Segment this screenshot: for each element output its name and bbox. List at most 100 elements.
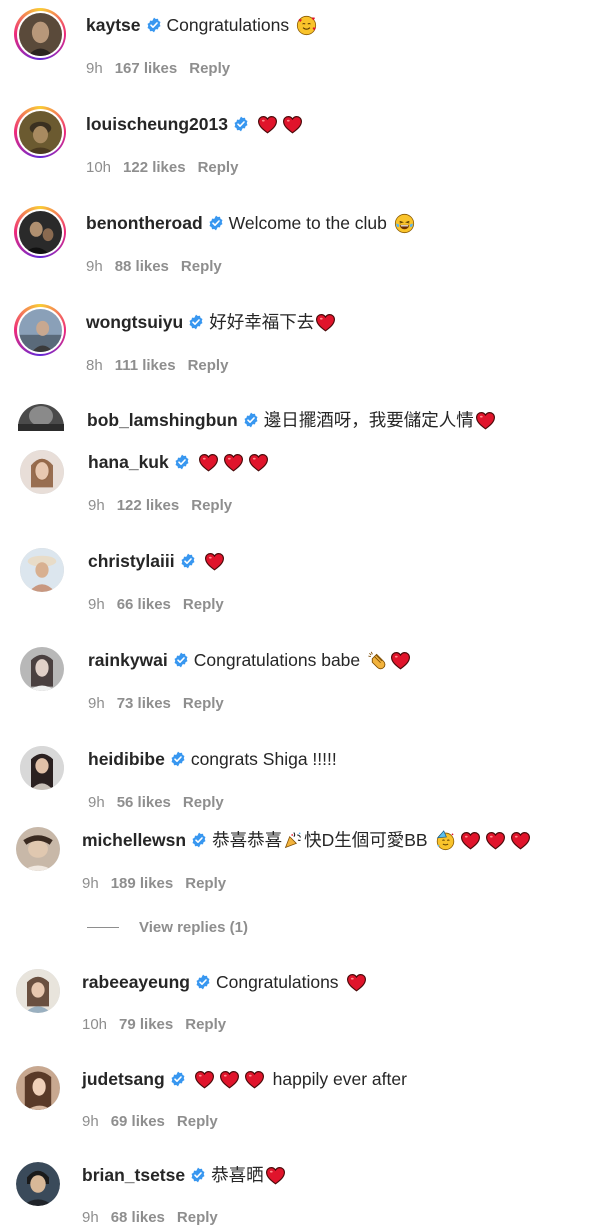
comment-text: 好好幸福下去	[209, 312, 315, 332]
party-face-emoji	[435, 830, 456, 851]
comment-text: congrats Shiga !!!!!	[190, 749, 337, 769]
red-heart-emoji	[510, 830, 531, 851]
comment-username[interactable]: brian_tsetse	[82, 1163, 185, 1187]
avatar[interactable]	[16, 1066, 60, 1110]
verified-badge-icon	[195, 974, 211, 990]
comment-text: Congratulations	[166, 15, 290, 35]
verified-badge-icon	[174, 454, 190, 470]
comment-username[interactable]: wongtsuiyu	[86, 310, 183, 334]
comment-time: 9h	[82, 1209, 99, 1226]
comment-likes[interactable]: 66 likes	[117, 595, 171, 615]
comment-likes[interactable]: 56 likes	[117, 793, 171, 813]
avatar[interactable]	[14, 8, 66, 60]
comment-username[interactable]: benontheroad	[86, 211, 203, 235]
avatar[interactable]	[20, 548, 64, 592]
comment-likes[interactable]: 167 likes	[115, 59, 178, 79]
comment-username[interactable]: louischeung2013	[86, 112, 228, 136]
verified-badge-icon	[233, 116, 249, 132]
reply-button[interactable]: Reply	[191, 496, 232, 516]
view-replies-label: View replies (1)	[139, 919, 248, 936]
avatar[interactable]	[14, 106, 66, 158]
verified-badge-icon	[208, 215, 224, 231]
verified-badge-icon	[173, 652, 189, 668]
red-heart-emoji	[244, 1069, 265, 1090]
verified-badge-icon	[170, 1071, 186, 1087]
red-heart-emoji	[198, 452, 219, 473]
comment-likes[interactable]: 73 likes	[117, 694, 171, 714]
red-heart-emoji	[282, 114, 303, 135]
comment-likes[interactable]: 122 likes	[117, 496, 180, 516]
comment-likes[interactable]: 189 likes	[111, 874, 174, 894]
comment-username[interactable]: rabeeayeung	[82, 970, 190, 994]
reply-button[interactable]: Reply	[183, 793, 224, 813]
red-heart-emoji	[204, 551, 225, 572]
view-replies-divider	[87, 927, 119, 928]
avatar[interactable]	[16, 1162, 60, 1206]
comment-time: 9h	[88, 695, 105, 712]
comment-time: 9h	[82, 1113, 99, 1130]
avatar[interactable]	[20, 647, 64, 691]
tears-of-joy-emoji	[394, 213, 415, 234]
comment-username[interactable]: kaytse	[86, 13, 141, 37]
comment-time: 9h	[88, 497, 105, 514]
comment-username[interactable]: hana_kuk	[88, 450, 169, 474]
reply-button[interactable]: Reply	[185, 1015, 226, 1035]
comment-username[interactable]: heidibibe	[88, 747, 165, 771]
comment-username[interactable]: rainkywai	[88, 648, 168, 672]
comment-time: 8h	[86, 357, 103, 374]
avatar[interactable]	[16, 827, 60, 871]
verified-badge-icon	[188, 314, 204, 330]
reply-button[interactable]: Reply	[185, 874, 226, 894]
comment-likes[interactable]: 111 likes	[115, 356, 176, 376]
red-heart-emoji	[265, 1165, 286, 1186]
avatar[interactable]	[20, 450, 64, 494]
verified-badge-icon	[243, 412, 259, 428]
avatar[interactable]	[18, 404, 64, 431]
clapping-hands-emoji	[367, 650, 388, 671]
red-heart-emoji	[194, 1069, 215, 1090]
comment-time: 9h	[86, 60, 103, 77]
reply-button[interactable]: Reply	[198, 158, 239, 178]
comment-text: happily ever after	[272, 1069, 407, 1089]
red-heart-emoji	[223, 452, 244, 473]
comment-time: 9h	[86, 258, 103, 275]
comment-text-part: 快D生個可愛BB	[304, 830, 428, 850]
comment-time: 10h	[86, 159, 112, 176]
reply-button[interactable]: Reply	[181, 257, 222, 277]
reply-button[interactable]: Reply	[183, 694, 224, 714]
reply-button[interactable]: Reply	[188, 356, 229, 376]
comment-text: 恭喜晒	[211, 1165, 264, 1185]
red-heart-emoji	[257, 114, 278, 135]
comment-likes[interactable]: 88 likes	[115, 257, 169, 277]
avatar[interactable]	[20, 746, 64, 790]
party-popper-emoji	[283, 830, 303, 850]
red-heart-emoji	[460, 830, 481, 851]
view-replies-button[interactable]: View replies (1)	[87, 919, 248, 936]
reply-button[interactable]: Reply	[183, 595, 224, 615]
comment-time: 9h	[88, 596, 105, 613]
avatar[interactable]	[14, 304, 66, 356]
comment-time: 9h	[82, 875, 99, 892]
comment-time: 10h	[82, 1016, 108, 1033]
verified-badge-icon	[190, 1167, 206, 1183]
comment-username[interactable]: christylaiii	[88, 549, 175, 573]
avatar[interactable]	[14, 206, 66, 258]
comment-username[interactable]: judetsang	[82, 1067, 165, 1091]
verified-badge-icon	[180, 553, 196, 569]
red-heart-emoji	[475, 410, 496, 431]
comment-likes[interactable]: 79 likes	[119, 1015, 173, 1035]
red-heart-emoji	[485, 830, 506, 851]
comment-likes[interactable]: 69 likes	[111, 1112, 165, 1132]
red-heart-emoji	[346, 972, 367, 993]
verified-badge-icon	[170, 751, 186, 767]
reply-button[interactable]: Reply	[189, 59, 230, 79]
reply-button[interactable]: Reply	[177, 1208, 218, 1228]
reply-button[interactable]: Reply	[177, 1112, 218, 1132]
comment-likes[interactable]: 122 likes	[123, 158, 186, 178]
comment-username[interactable]: bob_lamshingbun	[87, 408, 238, 432]
red-heart-emoji	[219, 1069, 240, 1090]
comment-username[interactable]: michellewsn	[82, 828, 186, 852]
comment-likes[interactable]: 68 likes	[111, 1208, 165, 1228]
red-heart-emoji	[390, 650, 411, 671]
avatar[interactable]	[16, 969, 60, 1013]
